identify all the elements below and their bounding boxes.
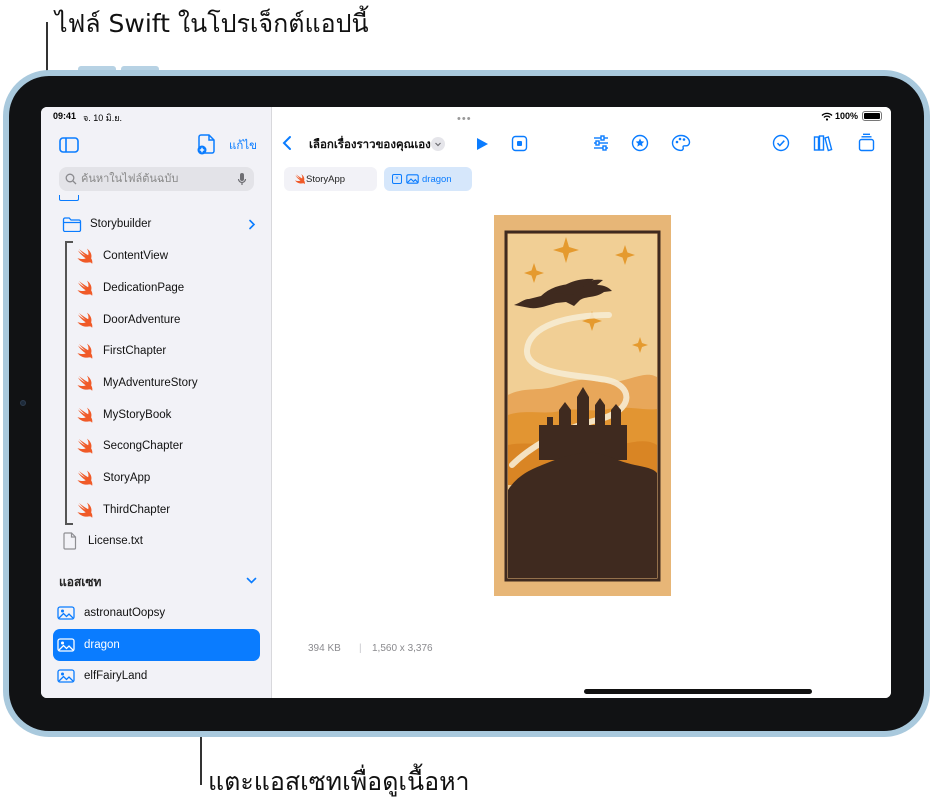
file-label: License.txt (88, 535, 143, 547)
list-item-asset-selected[interactable]: dragon (53, 629, 260, 661)
tab-storyapp[interactable]: StoryApp (284, 167, 377, 191)
project-title[interactable]: เลือกเรื่องราวของคุณเอง (309, 136, 431, 154)
list-item-swift-file[interactable]: DedicationPage (74, 274, 260, 302)
status-date: จ. 10 มิ.ย. (83, 113, 122, 123)
image-icon (55, 634, 77, 656)
chevron-down-icon[interactable] (246, 577, 257, 585)
document-icon (59, 530, 81, 552)
asset-label: astronautOopsy (84, 607, 166, 619)
file-label: MyAdventureStory (103, 377, 198, 389)
sidebar-toggle-icon[interactable] (58, 136, 80, 159)
file-label: SecongChapter (103, 440, 183, 452)
tab-dragon[interactable]: × dragon (384, 167, 472, 191)
checkmark-icon[interactable] (772, 134, 790, 152)
wifi-icon (821, 112, 833, 121)
callout-swift-files: ไฟล์ Swift ในโปรเจ็กต์แอปนี้ (55, 9, 369, 38)
run-icon[interactable] (474, 136, 490, 152)
figure: ไฟล์ Swift ในโปรเจ็กต์แอปนี้ แตะแอสเซทเพ… (0, 0, 931, 803)
list-item-swift-file[interactable]: MyAdventureStory (74, 369, 260, 397)
swift-icon (74, 277, 96, 299)
list-item-swift-file[interactable]: FirstChapter (74, 337, 260, 365)
image-dimensions: 1,560 x 3,376 (372, 643, 433, 654)
new-file-icon[interactable] (196, 132, 218, 161)
list-item-swift-file[interactable]: SecongChapter (74, 432, 260, 460)
search-icon (65, 173, 77, 185)
swift-icon (74, 499, 96, 521)
color-palette-icon[interactable] (671, 134, 691, 152)
file-label: DoorAdventure (103, 314, 181, 326)
list-item-swift-file[interactable]: ContentView (74, 242, 260, 270)
folder-icon (61, 213, 83, 235)
swift-icon (74, 340, 96, 362)
list-item-swift-file[interactable]: StoryApp (74, 464, 260, 492)
folder-label: Storybuilder (90, 218, 152, 230)
bracket (65, 241, 67, 525)
search-field[interactable] (59, 167, 254, 191)
image-icon (55, 602, 77, 624)
dragon-artwork-image (494, 215, 671, 596)
home-indicator (584, 689, 812, 694)
library-books-icon[interactable] (813, 134, 834, 152)
image-icon (406, 174, 419, 184)
chevron-right-icon (249, 219, 256, 230)
bracket-top (65, 241, 73, 243)
asset-label: dragon (84, 639, 120, 651)
list-item-swift-file[interactable]: ThirdChapter (74, 496, 260, 524)
list-item-asset[interactable]: elfFairyLand (55, 662, 260, 690)
list-item-swift-file[interactable]: MyStoryBook (74, 401, 260, 429)
screen: 09:41 จ. 10 มิ.ย. แก้ไข ค้นหาในไฟล์ต้นฉบ… (41, 107, 891, 698)
file-label: MyStoryBook (103, 409, 172, 421)
bracket-bottom (65, 523, 73, 525)
multitasking-dots-icon[interactable]: ••• (457, 113, 472, 125)
favorite-star-icon[interactable] (631, 134, 649, 152)
swift-icon (74, 435, 96, 457)
swift-icon (74, 309, 96, 331)
image-file-size: 394 KB (308, 643, 341, 654)
list-item-swift-file[interactable]: DoorAdventure (74, 306, 260, 334)
sidebar: 09:41 จ. 10 มิ.ย. แก้ไข ค้นหาในไฟล์ต้นฉบ… (41, 107, 272, 698)
camera (20, 400, 26, 406)
stacked-windows-icon[interactable] (858, 133, 875, 152)
swift-icon (294, 173, 306, 188)
tab-label: StoryApp (306, 173, 346, 185)
title-menu-chevron-icon[interactable] (431, 137, 445, 151)
microphone-icon[interactable] (237, 172, 247, 186)
status-time: 09:41 (53, 111, 77, 121)
swift-icon (74, 404, 96, 426)
editor-area: ••• 100% เลือกเรื่องราวของคุณเอง StoryAp… (273, 107, 891, 698)
folder-icon (59, 195, 79, 201)
assets-section-header: แอสเซท (59, 575, 102, 589)
settings-sliders-icon[interactable] (592, 135, 610, 151)
list-item-asset[interactable]: astronautOopsy (55, 599, 260, 627)
battery-icon (862, 111, 882, 121)
back-chevron-icon[interactable] (281, 134, 293, 152)
file-label: StoryApp (103, 472, 151, 484)
asset-label: elfFairyLand (84, 670, 148, 682)
image-icon (55, 665, 77, 687)
callout-tap-asset: แตะแอสเซทเพื่อดูเนื้อหา (208, 767, 470, 796)
tab-label: dragon (422, 173, 452, 185)
close-tab-icon[interactable]: × (392, 174, 402, 184)
list-item-text-file[interactable]: License.txt (59, 527, 260, 555)
swift-icon (74, 372, 96, 394)
file-label: ThirdChapter (103, 504, 171, 516)
swift-icon (74, 245, 96, 267)
swift-icon (74, 467, 96, 489)
file-label: FirstChapter (103, 345, 167, 357)
folder-storybuilder[interactable]: Storybuilder (61, 210, 260, 238)
file-label: ContentView (103, 250, 168, 262)
battery-percent: 100% (835, 111, 859, 121)
search-input[interactable] (81, 167, 231, 191)
file-label: DedicationPage (103, 282, 185, 294)
stop-icon[interactable] (511, 135, 528, 152)
edit-button[interactable]: แก้ไข (229, 137, 257, 155)
meta-separator: | (359, 643, 362, 654)
